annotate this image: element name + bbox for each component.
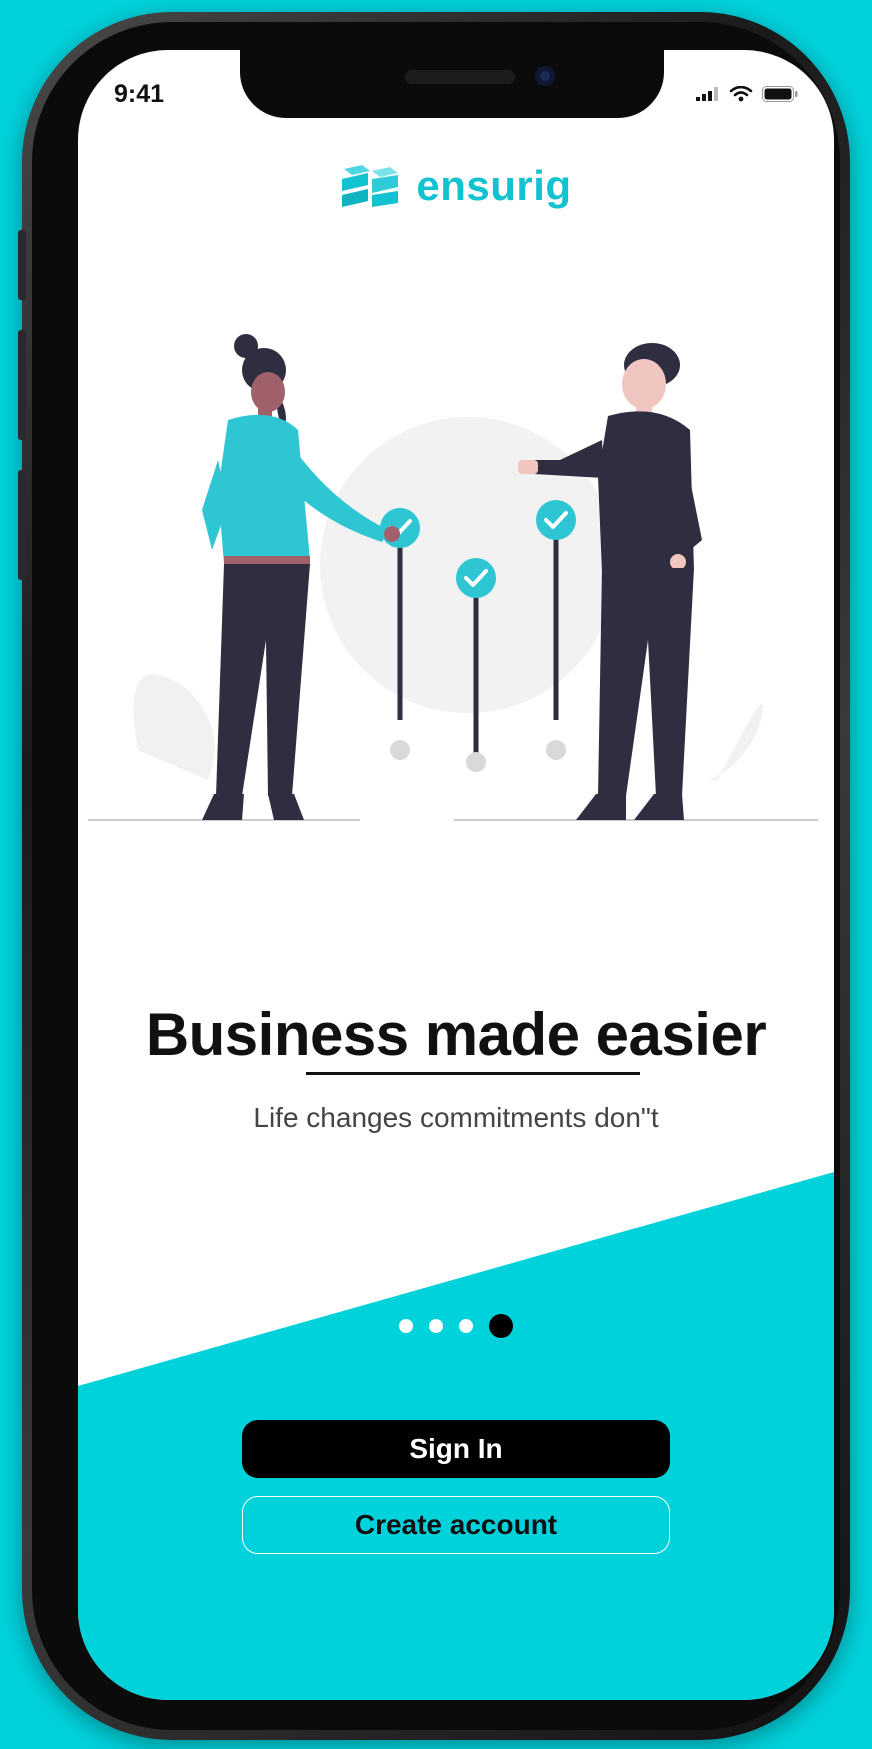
subtitle: Life changes commitments don"t — [253, 1102, 659, 1133]
screen: 9:41 ensurig Business made easier Life c… — [78, 50, 834, 1700]
page-dot[interactable] — [399, 1319, 413, 1333]
left-plant — [133, 674, 215, 780]
battery-icon — [762, 86, 798, 102]
signal-icon — [696, 87, 718, 101]
create-account-button[interactable]: Create account — [242, 1496, 670, 1554]
ensurig-cube-icon — [342, 165, 399, 207]
volume-down-button — [18, 470, 26, 580]
page-dot-active[interactable] — [489, 1314, 513, 1338]
volume-up-button — [18, 330, 26, 440]
status-icons — [696, 86, 798, 102]
speaker — [405, 70, 515, 84]
notch — [240, 50, 664, 118]
status-time: 9:41 — [114, 80, 165, 108]
page-dot[interactable] — [429, 1319, 443, 1333]
brand-name: ensurig — [416, 162, 572, 209]
hero-illustration — [88, 334, 818, 821]
wifi-icon — [729, 86, 753, 102]
right-plant — [708, 704, 763, 780]
headline: Business made easier — [145, 1001, 767, 1068]
silent-switch — [18, 230, 26, 300]
front-camera — [535, 66, 555, 86]
sign-in-button[interactable]: Sign In — [242, 1420, 670, 1478]
page-dot[interactable] — [459, 1319, 473, 1333]
brand-logo: ensurig — [78, 162, 834, 210]
headline-underline — [306, 1072, 640, 1075]
page-indicator — [78, 1314, 834, 1338]
